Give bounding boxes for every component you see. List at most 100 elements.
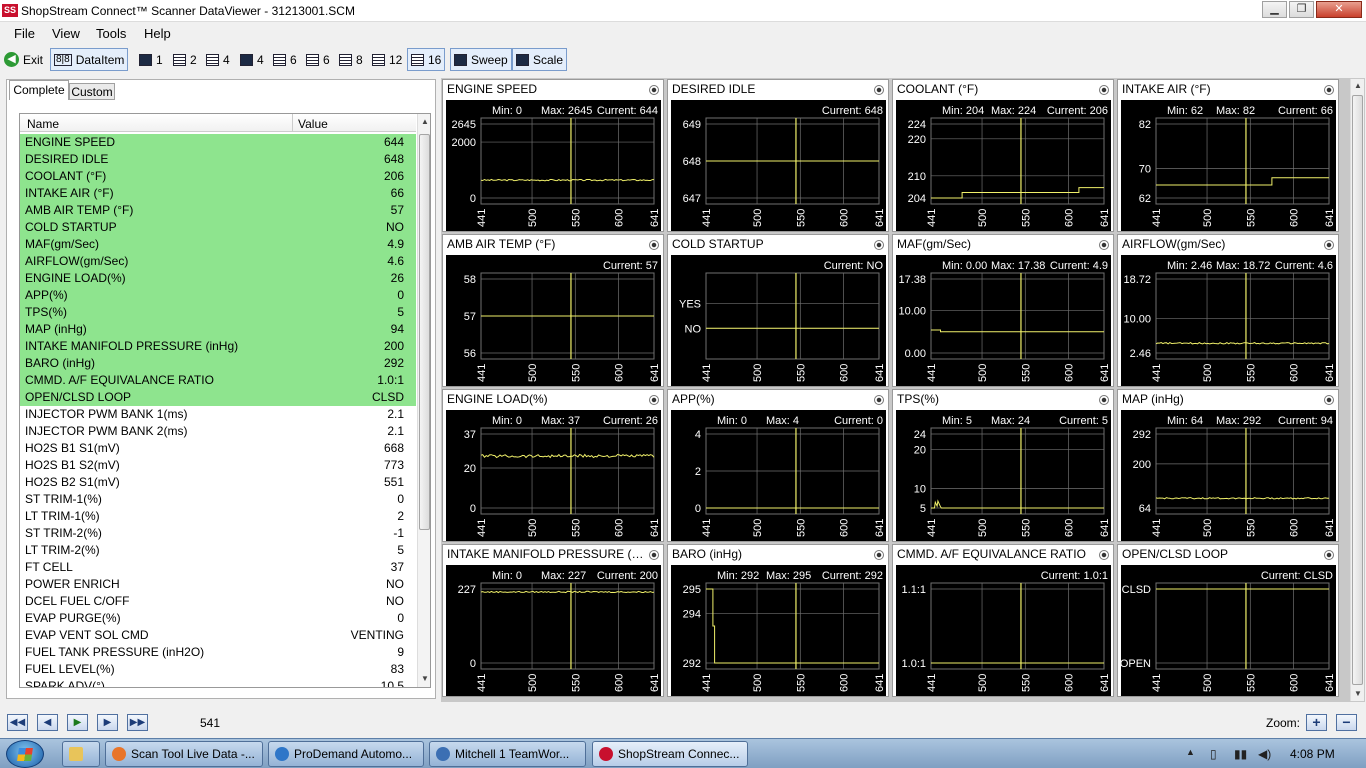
close-button[interactable]: ✕ — [1316, 1, 1362, 18]
layout-4b-button[interactable]: 4 — [237, 48, 267, 71]
list-row[interactable]: INTAKE AIR (°F) 66 — [20, 185, 416, 202]
tab-custom[interactable]: Custom — [69, 83, 115, 100]
layout-1-button[interactable]: 1 — [136, 48, 166, 71]
taskbar-explorer[interactable] — [62, 741, 100, 767]
list-row[interactable]: BARO (inHg) 292 — [20, 355, 416, 372]
chart-panel[interactable]: COOLANT (°F) 224 220 210 204 441 500 550 600 641 M… — [892, 79, 1114, 232]
chart-panel[interactable]: CMMD. A/F EQUIVALANCE RATIO 1.1:1 1.0:1 441… — [892, 544, 1114, 697]
chart-panel[interactable]: INTAKE AIR (°F) 82 70 62 441 500 550 600 641 Min:… — [1117, 79, 1339, 232]
list-row[interactable]: INTAKE MANIFOLD PRESSURE (inHg) 200 — [20, 338, 416, 355]
list-row[interactable]: HO2S B2 S1(mV) 551 — [20, 474, 416, 491]
chart-panel[interactable]: AMB AIR TEMP (°F) 58 57 56 441 500 550 600 641 Cu… — [442, 234, 664, 387]
chart-panel[interactable]: OPEN/CLSD LOOP CLSD OPEN 441 500 550 600 641 Cur… — [1117, 544, 1339, 697]
list-row[interactable]: SPARK ADV(°) 10.5 — [20, 678, 416, 687]
list-row[interactable]: CMMD. A/F EQUIVALANCE RATIO 1.0:1 — [20, 372, 416, 389]
list-row[interactable]: HO2S B1 S2(mV) 773 — [20, 457, 416, 474]
layout-12-button[interactable]: 12 — [369, 48, 405, 71]
list-row[interactable]: LT TRIM-2(%) 5 — [20, 542, 416, 559]
chart-select-radio-icon[interactable] — [649, 550, 659, 560]
taskbar-item[interactable]: Mitchell 1 TeamWor... — [429, 741, 586, 767]
menu-tools[interactable]: Tools — [96, 26, 126, 41]
column-header-value[interactable]: Value — [298, 117, 328, 131]
play-button[interactable]: ▶ — [67, 714, 88, 731]
chart-select-radio-icon[interactable] — [1099, 85, 1109, 95]
taskbar-item[interactable]: Scan Tool Live Data -... — [105, 741, 263, 767]
chart-panel[interactable]: DESIRED IDLE 649 648 647 441 500 550 600 641 Curr… — [667, 79, 889, 232]
scroll-down-icon[interactable]: ▼ — [1354, 689, 1362, 698]
chart-select-radio-icon[interactable] — [874, 395, 884, 405]
chart-panel[interactable]: COLD STARTUP YES NO 441 500 550 600 641 Current:… — [667, 234, 889, 387]
list-row[interactable]: FUEL LEVEL(%) 83 — [20, 661, 416, 678]
zoom-out-button[interactable]: − — [1336, 714, 1357, 731]
list-row[interactable]: DESIRED IDLE 648 — [20, 151, 416, 168]
first-frame-button[interactable]: ◀◀ — [7, 714, 28, 731]
prev-frame-button[interactable]: ◀ — [37, 714, 58, 731]
chart-select-radio-icon[interactable] — [1324, 240, 1334, 250]
chart-select-radio-icon[interactable] — [1099, 240, 1109, 250]
taskbar-clock[interactable]: 4:08 PM — [1290, 747, 1335, 761]
taskbar-item[interactable]: ProDemand Automo... — [268, 741, 424, 767]
list-row[interactable]: ST TRIM-1(%) 0 — [20, 491, 416, 508]
list-row[interactable]: APP(%) 0 — [20, 287, 416, 304]
list-row[interactable]: ENGINE SPEED 644 — [20, 134, 416, 151]
chart-panel[interactable]: ENGINE SPEED 2645 2000 0 441 500 550 600 641 Min:… — [442, 79, 664, 232]
charts-scrollbar[interactable]: ▲ ▼ — [1350, 79, 1364, 701]
layout-16-button[interactable]: 16 — [407, 48, 446, 71]
tray-expand-icon[interactable]: ▲ — [1186, 747, 1195, 757]
column-header-name[interactable]: Name — [27, 117, 59, 131]
list-row[interactable]: AIRFLOW(gm/Sec) 4.6 — [20, 253, 416, 270]
list-row[interactable]: MAP (inHg) 94 — [20, 321, 416, 338]
column-divider[interactable] — [292, 114, 293, 132]
list-row[interactable]: ENGINE LOAD(%) 26 — [20, 270, 416, 287]
list-row[interactable]: HO2S B1 S1(mV) 668 — [20, 440, 416, 457]
chart-select-radio-icon[interactable] — [874, 240, 884, 250]
scale-button[interactable]: Scale — [512, 48, 568, 71]
chart-select-radio-icon[interactable] — [649, 395, 659, 405]
chart-panel[interactable]: AIRFLOW(gm/Sec) 18.72 10.00 2.46 441 500 550 60… — [1117, 234, 1339, 387]
list-row[interactable]: LT TRIM-1(%) 2 — [20, 508, 416, 525]
chart-select-radio-icon[interactable] — [1324, 550, 1334, 560]
chart-panel[interactable]: TPS(%) 24 20 10 5 441 500 550 600 641 Min: 5 Max: 2… — [892, 389, 1114, 542]
list-row[interactable]: AMB AIR TEMP (°F) 57 — [20, 202, 416, 219]
chart-panel[interactable]: INTAKE MANIFOLD PRESSURE (inHg) 227 0 441 50… — [442, 544, 664, 697]
list-row[interactable]: DCEL FUEL C/OFF NO — [20, 593, 416, 610]
zoom-in-button[interactable]: + — [1306, 714, 1327, 731]
charts-scroll-thumb[interactable] — [1352, 95, 1363, 685]
chart-select-radio-icon[interactable] — [649, 85, 659, 95]
chart-select-radio-icon[interactable] — [874, 550, 884, 560]
list-row[interactable]: TPS(%) 5 — [20, 304, 416, 321]
volume-icon[interactable]: ◀) — [1258, 747, 1271, 761]
layout-2-button[interactable]: 2 — [170, 48, 200, 71]
list-row[interactable]: FUEL TANK PRESSURE (inH2O) 9 — [20, 644, 416, 661]
scroll-up-icon[interactable]: ▲ — [1354, 81, 1362, 90]
sweep-button[interactable]: Sweep — [450, 48, 512, 71]
chart-select-radio-icon[interactable] — [1099, 550, 1109, 560]
list-row[interactable]: EVAP VENT SOL CMD VENTING — [20, 627, 416, 644]
chart-panel[interactable]: MAP (inHg) 292 200 64 441 500 550 600 641 Min: 64… — [1117, 389, 1339, 542]
list-row[interactable]: EVAP PURGE(%) 0 — [20, 610, 416, 627]
dataitem-button[interactable]: 8|8 DataItem — [50, 48, 129, 71]
last-frame-button[interactable]: ▶▶ — [127, 714, 148, 731]
chart-panel[interactable]: MAF(gm/Sec) 17.38 10.00 0.00 441 500 550 600 641… — [892, 234, 1114, 387]
list-row[interactable]: MAF(gm/Sec) 4.9 — [20, 236, 416, 253]
layout-4-button[interactable]: 4 — [203, 48, 233, 71]
list-row[interactable]: OPEN/CLSD LOOP CLSD — [20, 389, 416, 406]
chart-select-radio-icon[interactable] — [1324, 395, 1334, 405]
tab-complete[interactable]: Complete — [9, 80, 69, 100]
menu-view[interactable]: View — [52, 26, 80, 41]
tray-device-icon[interactable]: ▯ — [1210, 747, 1217, 761]
taskbar-item[interactable]: ShopStream Connec... — [592, 741, 748, 767]
menu-help[interactable]: Help — [144, 26, 171, 41]
list-scroll-thumb[interactable] — [419, 134, 430, 530]
minimize-button[interactable]: ▁ — [1262, 1, 1287, 18]
list-row[interactable]: INJECTOR PWM BANK 2(ms) 2.1 — [20, 423, 416, 440]
list-scrollbar[interactable]: ▲ ▼ — [417, 114, 430, 687]
list-row[interactable]: INJECTOR PWM BANK 1(ms) 2.1 — [20, 406, 416, 423]
list-row[interactable]: COOLANT (°F) 206 — [20, 168, 416, 185]
chart-panel[interactable]: BARO (inHg) 295 294 292 441 500 550 600 641 Min: … — [667, 544, 889, 697]
chart-select-radio-icon[interactable] — [874, 85, 884, 95]
chart-panel[interactable]: APP(%) 4 2 0 441 500 550 600 641 Min: 0 Max: 4 Curr… — [667, 389, 889, 542]
layout-8-button[interactable]: 8 — [336, 48, 366, 71]
list-row[interactable]: ST TRIM-2(%) -1 — [20, 525, 416, 542]
scroll-down-icon[interactable]: ▼ — [421, 674, 429, 683]
